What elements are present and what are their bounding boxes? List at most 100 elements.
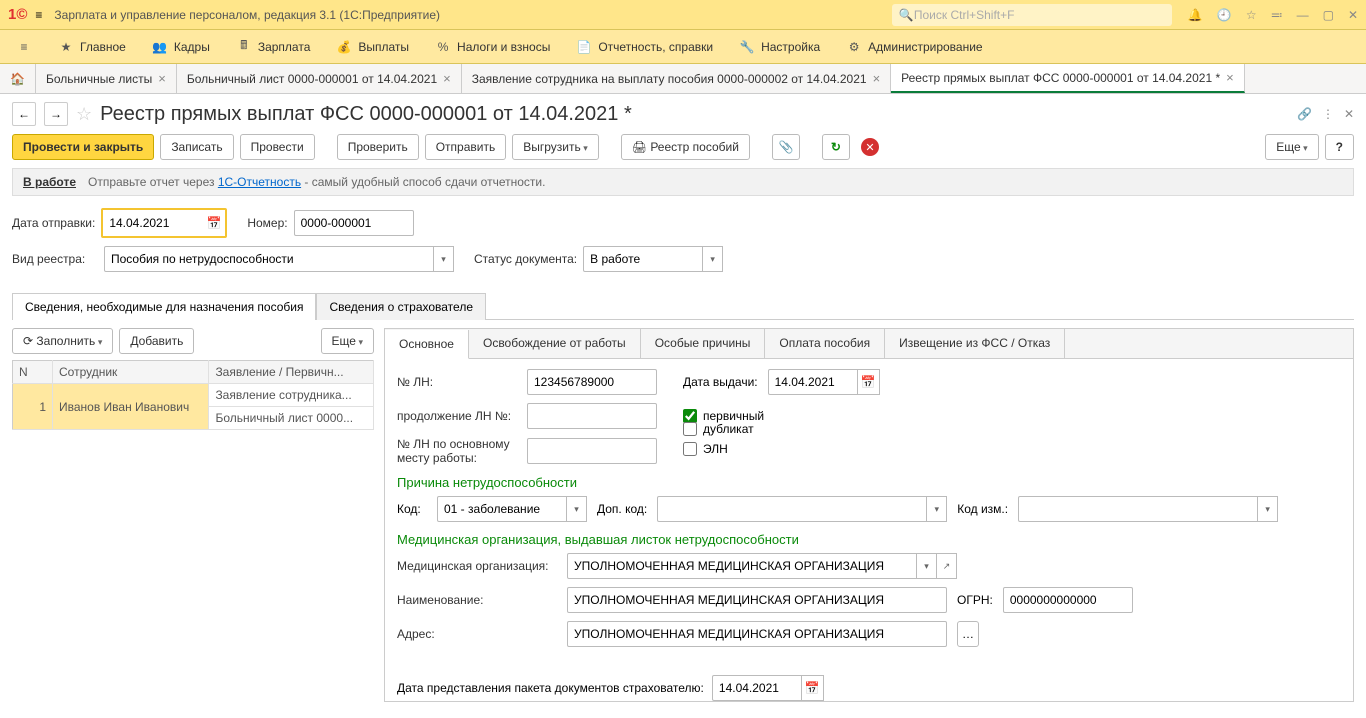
reason-heading: Причина нетрудоспособности	[397, 475, 1341, 490]
help-button[interactable]: ?	[1325, 134, 1354, 160]
cont-label: продолжение ЛН №:	[397, 409, 517, 423]
close-doc-icon[interactable]: ✕	[1344, 107, 1354, 121]
menu-burger[interactable]: ≡	[4, 33, 44, 61]
col-n: N	[13, 361, 53, 384]
tab-3[interactable]: Реестр прямых выплат ФСС 0000-000001 от …	[891, 64, 1245, 93]
dropdown-icon[interactable]: ▾	[567, 496, 587, 522]
menu-otchetnost[interactable]: 📄Отчетность, справки	[564, 33, 725, 61]
cont-input[interactable]	[527, 403, 657, 429]
footer-date-input[interactable]	[712, 675, 802, 701]
addr-input[interactable]	[567, 621, 947, 647]
menu-zarplata[interactable]: 🖩Зарплата	[224, 33, 323, 61]
detail-tab-1[interactable]: Освобождение от работы	[469, 329, 641, 358]
fill-button[interactable]: ⟳ Заполнить	[12, 328, 113, 354]
maximize-icon[interactable]: ▢	[1323, 8, 1334, 22]
employees-table[interactable]: N Сотрудник Заявление / Первичн... 1 Ива…	[12, 360, 374, 430]
code-input[interactable]	[437, 496, 567, 522]
save-button[interactable]: Записать	[160, 134, 233, 160]
open-icon[interactable]: ↗	[937, 553, 957, 579]
star-icon[interactable]: ☆	[1246, 8, 1257, 22]
link-icon[interactable]: 🔗	[1297, 107, 1312, 121]
detail-tab-4[interactable]: Извещение из ФСС / Отказ	[885, 329, 1065, 358]
dropdown-icon[interactable]: ▾	[434, 246, 454, 272]
dropdown-icon[interactable]: ▾	[927, 496, 947, 522]
duplicate-checkbox[interactable]: дубликат	[683, 422, 754, 436]
send-button[interactable]: Отправить	[425, 134, 507, 160]
addcode-label: Доп. код:	[597, 502, 647, 516]
primary-checkbox[interactable]: первичный	[683, 409, 764, 423]
detail-tab-3[interactable]: Оплата пособия	[765, 329, 885, 358]
add-button[interactable]: Добавить	[119, 328, 194, 354]
nav-back-button[interactable]: ←	[12, 102, 36, 126]
ogrn-input[interactable]	[1003, 587, 1133, 613]
menu-nastroyka[interactable]: 🔧Настройка	[727, 33, 832, 61]
med-org-input[interactable]	[567, 553, 917, 579]
logo-1c: 1©	[8, 6, 27, 23]
calendar-icon[interactable]: 📅	[858, 369, 880, 395]
attach-button[interactable]: 📎	[772, 134, 800, 160]
tab-close[interactable]: ×	[443, 71, 451, 86]
tab-close[interactable]: ×	[873, 71, 881, 86]
eln-checkbox[interactable]: ЭЛН	[683, 442, 754, 456]
ln-input[interactable]	[527, 369, 657, 395]
table-row[interactable]: 1 Иванов Иван Иванович Заявление сотрудн…	[13, 384, 374, 407]
dropdown-icon[interactable]: ▾	[703, 246, 723, 272]
favorite-icon[interactable]: ☆	[76, 104, 92, 125]
left-more-button[interactable]: Еще	[321, 328, 374, 354]
changecode-input[interactable]	[1018, 496, 1258, 522]
filter-icon[interactable]: ≕	[1271, 8, 1283, 22]
post-close-button[interactable]: Провести и закрыть	[12, 134, 154, 160]
doc-status-label: Статус документа:	[474, 252, 577, 266]
more-button[interactable]: Еще	[1265, 134, 1318, 160]
name-input[interactable]	[567, 587, 947, 613]
upload-button[interactable]: Выгрузить	[512, 134, 599, 160]
registry-button[interactable]: 🖨 Реестр пособий	[621, 134, 750, 160]
main-place-label: № ЛН по основному месту работы:	[397, 437, 517, 465]
nav-forward-button[interactable]: →	[44, 102, 68, 126]
history-icon[interactable]: 🕘	[1217, 8, 1232, 22]
refresh-button[interactable]: ↻	[822, 134, 850, 160]
tab-2[interactable]: Заявление сотрудника на выплату пособия …	[462, 64, 891, 93]
check-button[interactable]: Проверить	[337, 134, 419, 160]
addcode-input[interactable]	[657, 496, 927, 522]
menu-kadry[interactable]: 👥Кадры	[140, 33, 222, 61]
tab-close[interactable]: ×	[1226, 70, 1234, 85]
main-place-input[interactable]	[527, 438, 657, 464]
post-button[interactable]: Провести	[240, 134, 315, 160]
issue-date-input[interactable]	[768, 369, 858, 395]
home-tab[interactable]: 🏠	[0, 64, 36, 93]
search-input[interactable]: 🔍 Поиск Ctrl+Shift+F	[892, 4, 1172, 26]
doc-status-input[interactable]	[583, 246, 703, 272]
tab-0[interactable]: Больничные листы×	[36, 64, 177, 93]
more-icon[interactable]: ⋮	[1322, 107, 1334, 121]
date-input[interactable]	[103, 210, 203, 236]
tab-close[interactable]: ×	[158, 71, 166, 86]
menu-vyplaty[interactable]: 💰Выплаты	[324, 33, 421, 61]
detail-tab-0[interactable]: Основное	[385, 330, 469, 359]
calendar-icon[interactable]: 📅	[203, 210, 225, 236]
close-icon[interactable]: ✕	[1348, 8, 1358, 22]
type-input[interactable]	[104, 246, 434, 272]
number-input[interactable]	[294, 210, 414, 236]
status-label[interactable]: В работе	[23, 175, 76, 189]
dropdown-icon[interactable]: ▾	[1258, 496, 1278, 522]
tab-1[interactable]: Больничный лист 0000-000001 от 14.04.202…	[177, 64, 462, 93]
code-label: Код:	[397, 502, 427, 516]
ogrn-label: ОГРН:	[957, 593, 993, 607]
inner-tab-1[interactable]: Сведения о страхователе	[316, 293, 486, 320]
status-link[interactable]: 1С-Отчетность	[218, 175, 301, 189]
menu-main[interactable]: ★Главное	[46, 33, 138, 61]
cancel-button[interactable]: ✕	[856, 134, 884, 160]
bell-icon[interactable]: 🔔	[1188, 8, 1203, 22]
detail-tab-2[interactable]: Особые причины	[641, 329, 766, 358]
hamburger-icon[interactable]: ≡	[35, 8, 42, 22]
menu-nalogi[interactable]: %Налоги и взносы	[423, 33, 562, 61]
inner-tab-0[interactable]: Сведения, необходимые для назначения пос…	[12, 293, 316, 320]
col-app: Заявление / Первичн...	[209, 361, 374, 384]
doc-header: ← → ☆ Реестр прямых выплат ФСС 0000-0000…	[0, 94, 1366, 130]
menu-admin[interactable]: ⚙Администрирование	[834, 33, 994, 61]
dropdown-icon[interactable]: ▾	[917, 553, 937, 579]
calendar-icon[interactable]: 📅	[802, 675, 824, 701]
minimize-icon[interactable]: —	[1297, 8, 1309, 22]
addr-ellipsis-button[interactable]: …	[957, 621, 979, 647]
